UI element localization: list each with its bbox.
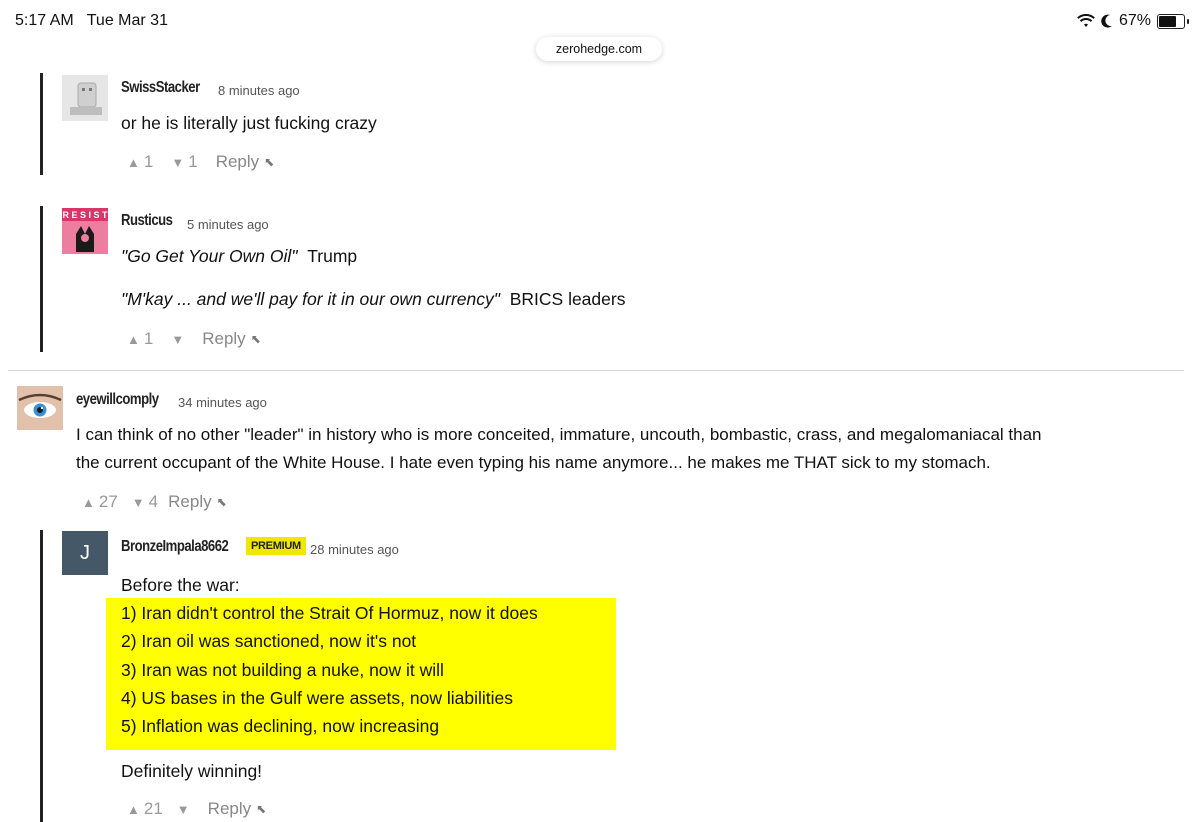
downvote-count: 1 [188,152,198,171]
quote-attribution: BRICS leaders [509,289,626,309]
premium-badge: PREMIUM [246,537,306,555]
comment-username[interactable]: eyewillcomply [76,391,159,409]
upvote-icon[interactable]: ▲ [82,495,95,510]
reply-button[interactable]: Reply ⬉ [216,152,275,172]
comment-time: 34 minutes ago [178,395,267,410]
list-item: 1) Iran didn't control the Strait Of Hor… [121,603,538,623]
comment-actions: ▲ 1 ▼ Reply ⬉ [127,329,261,349]
upvote-icon[interactable]: ▲ [127,802,140,817]
upvote-count: 21 [143,799,163,818]
comment-actions: ▲ 27 ▼ 4 Reply ⬉ [82,492,227,512]
quote: "M'kay ... and we'll pay for it in our o… [121,289,500,309]
status-indicators: 67% [1077,12,1189,30]
status-bar: 5:17 AM Tue Mar 31 67% [0,0,1199,40]
comment-time: 5 minutes ago [187,217,269,232]
avatar[interactable] [62,75,108,121]
upvote-icon[interactable]: ▲ [127,155,140,170]
downvote-icon[interactable]: ▼ [171,332,184,347]
comment-text: Definitely winning! [121,761,263,781]
comment-text: or he is literally just fucking crazy [121,113,377,133]
list-item: 3) Iran was not building a nuke, now it … [121,660,444,680]
reply-arrow-icon: ⬉ [264,155,275,169]
thread-line [40,206,43,352]
upvote-count: 1 [143,152,154,171]
comment-text-line: I can think of no other "leader" in hist… [76,425,1042,444]
avatar[interactable]: R E S I S T [62,208,108,254]
url-text: zerohedge.com [555,42,643,56]
quote-attribution: Trump [307,246,358,266]
comment-text: Before the war: [121,575,240,595]
upvote-count: 1 [143,329,154,348]
comment-actions: ▲ 1 ▼ 1 Reply ⬉ [127,152,274,172]
comment-actions: ▲ 21 ▼ Reply ⬉ [127,799,266,819]
downvote-count: 4 [148,492,159,511]
reply-arrow-icon: ⬉ [256,802,267,816]
wifi-icon [1077,14,1095,27]
comment-time: 28 minutes ago [310,542,399,557]
reply-button[interactable]: Reply ⬉ [208,799,267,819]
downvote-icon[interactable]: ▼ [132,495,145,510]
reply-arrow-icon: ⬉ [216,495,227,509]
comment-username[interactable]: BronzeImpala8662 [121,538,229,556]
list-item: 4) US bases in the Gulf were assets, now… [121,688,513,708]
status-clock: 5:17 AM Tue Mar 31 [15,12,168,29]
comment-username[interactable]: Rusticus [121,212,173,230]
moon-icon [1101,14,1112,28]
avatar[interactable]: J [62,531,108,575]
downvote-icon[interactable]: ▼ [177,802,190,817]
reply-button[interactable]: Reply ⬉ [168,492,227,512]
comment-text-line: "Go Get Your Own Oil" Trump [121,246,357,267]
svg-text:R E S I S T: R E S I S T [62,210,108,220]
comment-time: 8 minutes ago [218,83,300,98]
comment-username[interactable]: SwissStacker [121,79,200,97]
battery-percent: 67% [1118,12,1151,29]
thread-line [40,530,43,822]
upvote-icon[interactable]: ▲ [127,332,140,347]
reply-arrow-icon: ⬉ [250,332,261,346]
quote: "Go Get Your Own Oil" [121,246,298,266]
avatar[interactable] [17,386,63,430]
comment-text-line: "M'kay ... and we'll pay for it in our o… [121,289,625,310]
battery-icon [1157,13,1189,29]
upvote-count: 27 [98,492,118,511]
list-item: 2) Iran oil was sanctioned, now it's not [121,631,417,651]
reply-button[interactable]: Reply ⬉ [202,329,261,349]
url-bar[interactable]: zerohedge.com [536,37,662,61]
downvote-icon[interactable]: ▼ [171,155,184,170]
thread-line [40,73,43,175]
list-item: 5) Inflation was declining, now increasi… [121,716,440,736]
comment-divider [8,370,1184,371]
comment-text-line: the current occupant of the White House.… [76,453,991,472]
